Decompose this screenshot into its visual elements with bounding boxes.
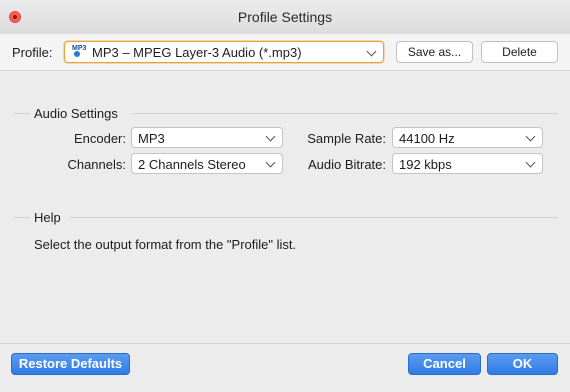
help-text: Select the output format from the "Profi… [34, 237, 297, 252]
title-bar: Profile Settings [0, 0, 570, 35]
audio-bitrate-select[interactable]: 192 kbps [392, 153, 543, 174]
audio-settings-header: Audio Settings [34, 106, 118, 121]
audio-bitrate-value: 192 kbps [399, 157, 452, 172]
profile-select[interactable]: MP3 MP3 – MPEG Layer-3 Audio (*.mp3) [64, 41, 384, 63]
encoder-label: Encoder: [73, 131, 126, 146]
section-divider [133, 113, 558, 114]
section-divider [14, 113, 30, 114]
mp3-file-icon: MP3 [72, 45, 86, 59]
channels-value: 2 Channels Stereo [138, 157, 246, 172]
sample-rate-label: Sample Rate: [307, 131, 386, 146]
chevron-down-icon [525, 157, 536, 168]
help-header: Help [34, 210, 61, 225]
sample-rate-select[interactable]: 44100 Hz [392, 127, 543, 148]
chevron-down-icon [265, 157, 276, 168]
section-divider [70, 217, 558, 218]
ok-button[interactable]: OK [487, 353, 558, 375]
profile-label: Profile: [12, 45, 53, 60]
chevron-down-icon [525, 131, 536, 142]
encoder-select[interactable]: MP3 [131, 127, 283, 148]
save-as-button[interactable]: Save as... [396, 41, 473, 63]
chevron-down-icon [265, 131, 276, 142]
restore-defaults-button[interactable]: Restore Defaults [11, 353, 130, 375]
chevron-down-icon [366, 46, 377, 57]
profile-settings-window: Profile Settings Profile: MP3 MP3 – MPEG… [0, 0, 570, 392]
channels-select[interactable]: 2 Channels Stereo [131, 153, 283, 174]
channels-label: Channels: [67, 157, 126, 172]
cancel-button[interactable]: Cancel [408, 353, 481, 375]
encoder-value: MP3 [138, 131, 165, 146]
window-title: Profile Settings [237, 9, 333, 25]
delete-button[interactable]: Delete [481, 41, 558, 63]
audio-bitrate-label: Audio Bitrate: [307, 157, 386, 172]
profile-value: MP3 – MPEG Layer-3 Audio (*.mp3) [92, 45, 302, 60]
section-divider [14, 217, 30, 218]
sample-rate-value: 44100 Hz [399, 131, 455, 146]
